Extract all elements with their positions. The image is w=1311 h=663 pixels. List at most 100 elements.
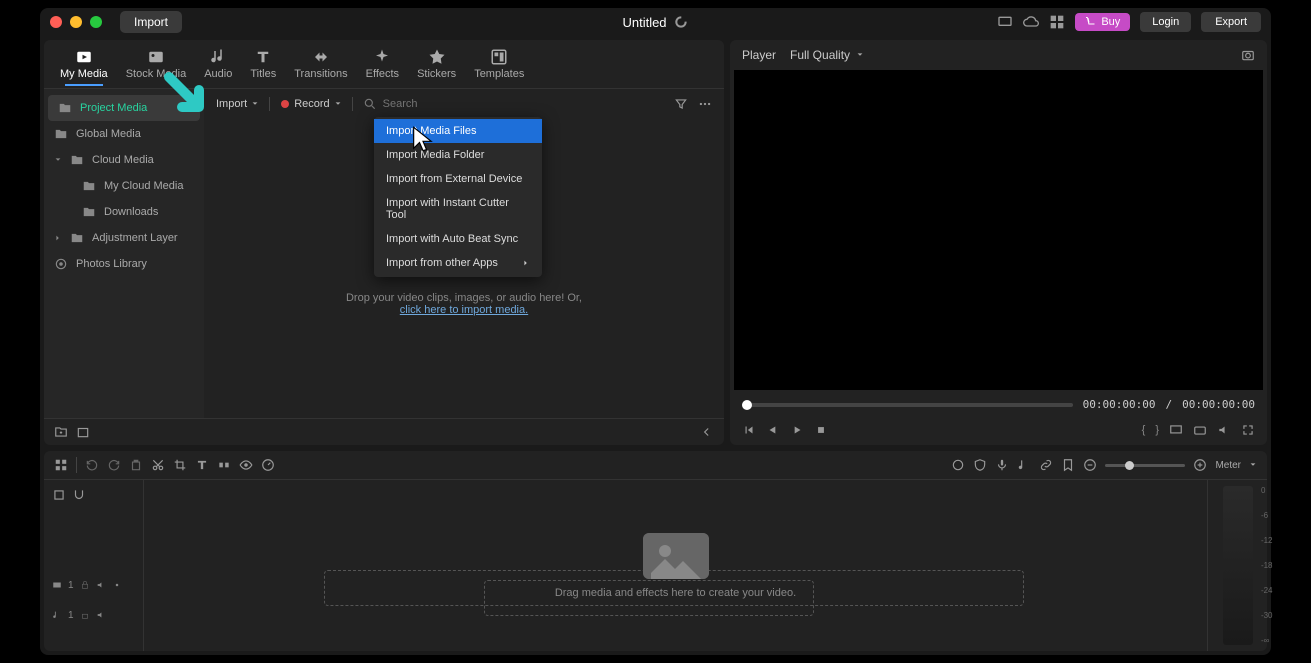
split-icon[interactable] bbox=[217, 458, 231, 472]
new-bin-icon[interactable] bbox=[76, 425, 90, 439]
text-icon[interactable] bbox=[195, 458, 209, 472]
layout-icon[interactable] bbox=[54, 458, 68, 472]
tab-templates[interactable]: Templates bbox=[466, 44, 532, 84]
lock-icon[interactable] bbox=[80, 580, 90, 590]
audio-track-header[interactable]: 1 bbox=[44, 600, 143, 630]
login-button[interactable]: Login bbox=[1140, 12, 1191, 32]
tab-my-media[interactable]: My Media bbox=[52, 44, 116, 84]
folder-icon bbox=[54, 127, 68, 141]
undo-icon[interactable] bbox=[85, 458, 99, 472]
display-icon[interactable] bbox=[997, 14, 1013, 30]
link-icon[interactable] bbox=[1039, 458, 1053, 472]
snapshot-icon[interactable] bbox=[1241, 48, 1255, 62]
eye-icon[interactable] bbox=[112, 580, 122, 590]
shield-icon[interactable] bbox=[973, 458, 987, 472]
sidebar-item-downloads[interactable]: Downloads bbox=[44, 199, 204, 225]
brace-close[interactable]: } bbox=[1155, 424, 1159, 436]
sidebar-label: Adjustment Layer bbox=[92, 232, 178, 244]
tab-effects[interactable]: Effects bbox=[358, 44, 407, 84]
crop-icon[interactable] bbox=[173, 458, 187, 472]
new-folder-icon[interactable] bbox=[54, 425, 68, 439]
mute-icon[interactable] bbox=[96, 580, 106, 590]
export-button[interactable]: Export bbox=[1201, 12, 1261, 32]
record-icon bbox=[280, 99, 290, 109]
sidebar-item-cloud-media[interactable]: Cloud Media bbox=[44, 147, 204, 173]
cart-icon bbox=[1085, 16, 1097, 28]
dd-import-other-apps[interactable]: Import from other Apps bbox=[374, 251, 542, 275]
sidebar-item-my-cloud-media[interactable]: My Cloud Media bbox=[44, 173, 204, 199]
mixer-icon[interactable] bbox=[951, 458, 965, 472]
dd-import-media-folder[interactable]: Import Media Folder bbox=[374, 143, 542, 167]
select-tool-icon[interactable] bbox=[52, 488, 66, 502]
delete-icon[interactable] bbox=[129, 458, 143, 472]
stop-icon[interactable] bbox=[814, 423, 828, 437]
sidebar-item-photos-library[interactable]: Photos Library bbox=[44, 251, 204, 277]
dropzone-link[interactable]: click here to import media. bbox=[400, 304, 528, 316]
media-content: Import Record bbox=[204, 89, 724, 418]
sidebar-item-global-media[interactable]: Global Media bbox=[44, 121, 204, 147]
play-back-icon[interactable] bbox=[766, 423, 780, 437]
filter-icon[interactable] bbox=[674, 97, 688, 111]
dd-label: Import from other Apps bbox=[386, 257, 498, 269]
search-input[interactable] bbox=[383, 98, 664, 110]
close-window[interactable] bbox=[50, 16, 62, 28]
zoom-in-icon[interactable] bbox=[1193, 458, 1207, 472]
meter-bar: 0 -6 -12 -18 -24 -30 -∞ bbox=[1223, 486, 1253, 645]
speed-icon[interactable] bbox=[261, 458, 275, 472]
buy-button[interactable]: Buy bbox=[1075, 13, 1130, 31]
redo-icon[interactable] bbox=[107, 458, 121, 472]
mute-icon[interactable] bbox=[96, 610, 106, 620]
tab-stickers[interactable]: Stickers bbox=[409, 44, 464, 84]
magnet-icon[interactable] bbox=[72, 488, 86, 502]
dd-import-auto-beat-sync[interactable]: Import with Auto Beat Sync bbox=[374, 227, 542, 251]
chevron-down-icon bbox=[1249, 461, 1257, 469]
fullscreen-icon[interactable] bbox=[1241, 423, 1255, 437]
eye-icon[interactable] bbox=[239, 458, 253, 472]
search-field[interactable] bbox=[363, 97, 664, 111]
maximize-window[interactable] bbox=[90, 16, 102, 28]
import-button[interactable]: Import bbox=[120, 11, 182, 33]
scrub-thumb[interactable] bbox=[742, 400, 752, 410]
media-placeholder-icon bbox=[643, 533, 709, 579]
more-icon[interactable] bbox=[698, 97, 712, 111]
zoom-thumb[interactable] bbox=[1125, 461, 1134, 470]
zoom-slider[interactable] bbox=[1105, 464, 1185, 467]
folder-icon bbox=[70, 153, 84, 167]
music-icon[interactable] bbox=[1017, 458, 1031, 472]
tab-titles[interactable]: Titles bbox=[242, 44, 284, 84]
minimize-window[interactable] bbox=[70, 16, 82, 28]
play-icon[interactable] bbox=[790, 423, 804, 437]
player-viewport[interactable] bbox=[734, 70, 1263, 390]
timeline-body: 1 1 bbox=[44, 480, 1267, 651]
dd-import-external-device[interactable]: Import from External Device bbox=[374, 167, 542, 191]
sidebar-label: Global Media bbox=[76, 128, 141, 140]
volume-icon[interactable] bbox=[1217, 423, 1231, 437]
cut-icon[interactable] bbox=[151, 458, 165, 472]
grid-icon[interactable] bbox=[1049, 14, 1065, 30]
cloud-icon[interactable] bbox=[1023, 14, 1039, 30]
player-header: Player Full Quality bbox=[730, 40, 1267, 70]
camera-icon[interactable] bbox=[1193, 423, 1207, 437]
title-text: Untitled bbox=[622, 15, 666, 30]
collapse-sidebar-icon[interactable] bbox=[700, 425, 714, 439]
brace-open[interactable]: { bbox=[1142, 424, 1146, 436]
meter-label[interactable]: Meter bbox=[1215, 460, 1241, 471]
screen-icon[interactable] bbox=[1169, 423, 1183, 437]
timeline-tracks[interactable]: Drag media and effects here to create yo… bbox=[144, 480, 1207, 651]
record-dropdown-button[interactable]: Record bbox=[280, 98, 341, 110]
track-dropzone bbox=[484, 580, 814, 616]
quality-selector[interactable]: Full Quality bbox=[790, 48, 864, 62]
video-track-header[interactable]: 1 bbox=[44, 570, 143, 600]
zoom-out-icon[interactable] bbox=[1083, 458, 1097, 472]
scale-mark: -18 bbox=[1261, 561, 1273, 570]
prev-frame-icon[interactable] bbox=[742, 423, 756, 437]
marker-icon[interactable] bbox=[1061, 458, 1075, 472]
import-dropdown-button[interactable]: Import bbox=[216, 98, 259, 110]
scrub-track[interactable] bbox=[742, 403, 1073, 407]
dd-import-instant-cutter[interactable]: Import with Instant Cutter Tool bbox=[374, 191, 542, 227]
lock-icon[interactable] bbox=[80, 610, 90, 620]
tab-transitions[interactable]: Transitions bbox=[286, 44, 355, 84]
dd-import-media-files[interactable]: Import Media Files bbox=[374, 119, 542, 143]
sidebar-item-adjustment-layer[interactable]: Adjustment Layer bbox=[44, 225, 204, 251]
mic-icon[interactable] bbox=[995, 458, 1009, 472]
